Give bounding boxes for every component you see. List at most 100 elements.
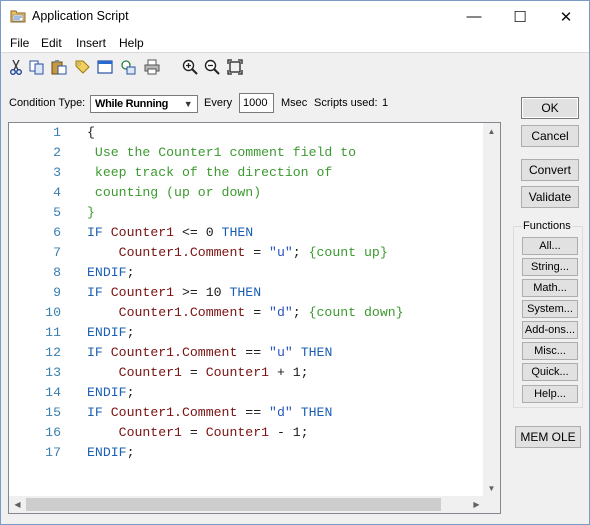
functions-help-button[interactable]: Help...: [522, 385, 578, 403]
zoom-in-icon[interactable]: [181, 58, 199, 76]
code-token: =: [245, 245, 270, 260]
menu-file[interactable]: File: [10, 36, 29, 50]
code-line[interactable]: 12 IF Counter1.Comment == "u" THEN: [9, 345, 485, 365]
code-token: Counter1: [110, 225, 175, 240]
validate-button[interactable]: Validate: [521, 186, 579, 208]
minimize-button[interactable]: —: [451, 1, 497, 32]
code-line[interactable]: 7 Counter1.Comment = "u"; {count up}: [9, 245, 485, 265]
code-token: + 1;: [269, 365, 309, 380]
tag-icon[interactable]: [73, 58, 91, 76]
scroll-left-icon[interactable]: ◀: [9, 496, 26, 513]
code-token: =: [245, 305, 270, 320]
code-token: Counter1.Comment: [110, 345, 238, 360]
line-number: 11: [45, 325, 61, 340]
code-token: THEN: [300, 345, 333, 360]
code-line[interactable]: 4 counting (up or down): [9, 185, 485, 205]
print-icon[interactable]: [143, 58, 161, 76]
horizontal-scrollbar[interactable]: ◀ ▶: [9, 496, 485, 513]
code-area[interactable]: 1{2 Use the Counter1 comment field to 3 k…: [9, 123, 485, 497]
code-line[interactable]: 11 ENDIF;: [9, 325, 485, 345]
line-number: 10: [45, 305, 61, 320]
script-editor[interactable]: 1{2 Use the Counter1 comment field to 3 k…: [8, 122, 501, 514]
scroll-corner: [483, 496, 500, 513]
code-line[interactable]: 17 ENDIF;: [9, 445, 485, 465]
chevron-down-icon: ▼: [183, 99, 193, 109]
functions-all-button[interactable]: All...: [522, 237, 578, 255]
code-line[interactable]: 9 IF Counter1 >= 10 THEN: [9, 285, 485, 305]
code-token: {count up}: [308, 245, 388, 260]
functions-math-button[interactable]: Math...: [522, 279, 578, 297]
code-text: IF Counter1.Comment == "u" THEN: [87, 345, 332, 360]
line-number: 7: [53, 245, 61, 260]
code-line[interactable]: 13 Counter1 = Counter1 + 1;: [9, 365, 485, 385]
paste-icon[interactable]: [50, 58, 68, 76]
toolbar: [1, 53, 589, 81]
code-token: ;: [292, 305, 309, 320]
menu-help[interactable]: Help: [119, 36, 144, 50]
scroll-down-icon[interactable]: ▼: [483, 480, 500, 497]
copy-icon[interactable]: [28, 58, 46, 76]
functions-string-button[interactable]: String...: [522, 258, 578, 276]
functions-misc-button[interactable]: Misc...: [522, 342, 578, 360]
code-token: Counter1: [205, 365, 270, 380]
code-token: "u": [269, 245, 293, 260]
code-token: ;: [292, 245, 309, 260]
fit-icon[interactable]: [226, 58, 244, 76]
line-number: 3: [53, 165, 61, 180]
code-line[interactable]: 14 ENDIF;: [9, 385, 485, 405]
code-text: Counter1 = Counter1 + 1;: [87, 365, 309, 380]
code-text: Counter1.Comment = "u"; {count up}: [87, 245, 388, 260]
scripts-used-label: Scripts used:: [314, 97, 378, 109]
code-text: counting (up or down): [87, 185, 261, 200]
menu-edit[interactable]: Edit: [41, 36, 62, 50]
code-token: IF: [87, 345, 111, 360]
code-line[interactable]: 2 Use the Counter1 comment field to: [9, 145, 485, 165]
condition-type-select[interactable]: While Running ▼: [90, 95, 198, 113]
code-text: }: [87, 205, 95, 220]
code-token: =: [181, 365, 206, 380]
maximize-button[interactable]: ☐: [497, 1, 543, 32]
cancel-button[interactable]: Cancel: [521, 125, 579, 147]
vertical-scrollbar[interactable]: ▲ ▼: [483, 123, 500, 497]
close-icon: ✕: [559, 8, 573, 26]
mem-ole-button[interactable]: MEM OLE: [515, 426, 581, 448]
functions-quick-button[interactable]: Quick...: [522, 363, 578, 381]
functions-system-button[interactable]: System...: [522, 300, 578, 318]
window-icon[interactable]: [96, 58, 114, 76]
code-text: ENDIF;: [87, 445, 135, 460]
zoom-out-icon[interactable]: [203, 58, 221, 76]
horizontal-scroll-thumb[interactable]: [26, 498, 441, 511]
line-number: 9: [53, 285, 61, 300]
link-icon[interactable]: [119, 58, 137, 76]
scroll-up-icon[interactable]: ▲: [483, 123, 500, 140]
code-line[interactable]: 1{: [9, 125, 485, 145]
code-text: ENDIF;: [87, 385, 135, 400]
code-line[interactable]: 15 IF Counter1.Comment == "d" THEN: [9, 405, 485, 425]
code-line[interactable]: 3 keep track of the direction of: [9, 165, 485, 185]
line-number: 1: [53, 125, 61, 140]
code-line[interactable]: 6 IF Counter1 <= 0 THEN: [9, 225, 485, 245]
ok-button[interactable]: OK: [521, 97, 579, 119]
cut-icon[interactable]: [7, 58, 25, 76]
line-number: 16: [45, 425, 61, 440]
code-line[interactable]: 10 Counter1.Comment = "d"; {count down}: [9, 305, 485, 325]
code-token: THEN: [221, 225, 254, 240]
code-token: IF: [87, 225, 111, 240]
convert-button[interactable]: Convert: [521, 159, 579, 181]
functions-addons-button[interactable]: Add-ons...: [522, 321, 578, 339]
line-number: 6: [53, 225, 61, 240]
code-token: ENDIF: [87, 385, 127, 400]
line-number: 13: [45, 365, 61, 380]
minimize-icon: —: [466, 8, 482, 25]
code-line[interactable]: 5}: [9, 205, 485, 225]
line-number: 14: [45, 385, 61, 400]
code-line[interactable]: 8 ENDIF;: [9, 265, 485, 285]
menu-insert[interactable]: Insert: [76, 36, 106, 50]
close-button[interactable]: ✕: [543, 1, 589, 32]
title-bar[interactable]: Application Script — ☐ ✕: [1, 1, 589, 32]
code-text: IF Counter1.Comment == "d" THEN: [87, 405, 332, 420]
every-input[interactable]: 1000: [239, 93, 274, 113]
code-line[interactable]: 16 Counter1 = Counter1 - 1;: [9, 425, 485, 445]
